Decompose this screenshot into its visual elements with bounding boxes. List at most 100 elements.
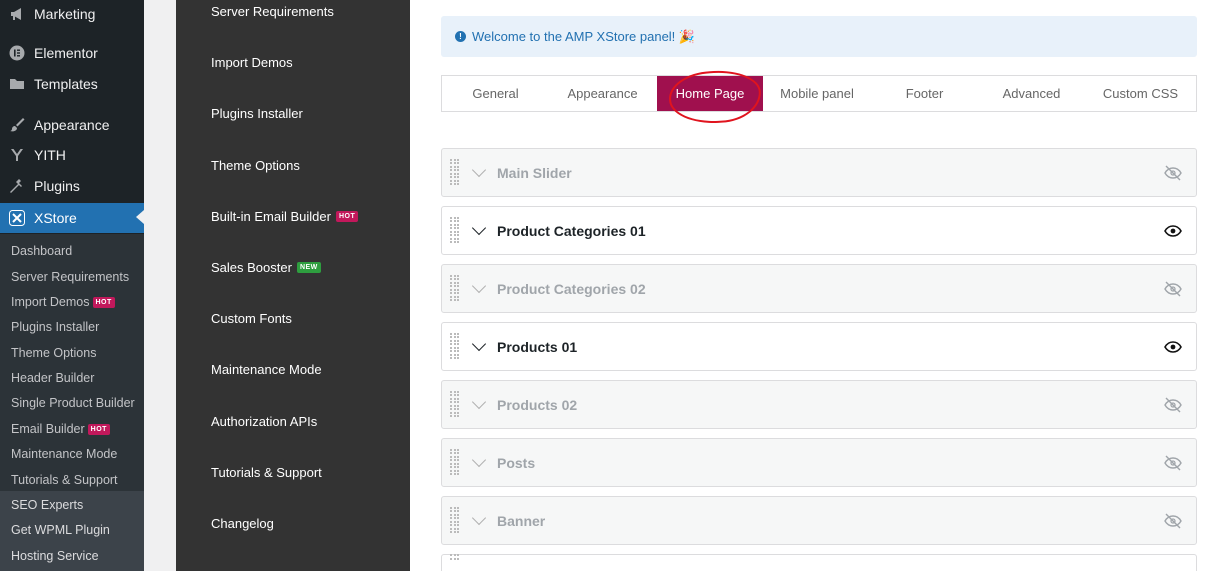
section-main-slider[interactable]: Main Slider — [441, 148, 1197, 197]
drag-handle — [450, 554, 460, 571]
wp-menu-elementor[interactable]: Elementor — [0, 39, 144, 67]
drag-handle[interactable] — [450, 274, 460, 303]
xstore-menu-custom-fonts[interactable]: Custom Fonts — [211, 311, 292, 326]
chevron-down-icon[interactable] — [471, 452, 487, 467]
paintbrush-icon — [8, 116, 26, 134]
tab-advanced[interactable]: Advanced — [978, 76, 1085, 111]
eye-slash-icon[interactable] — [1164, 397, 1182, 413]
welcome-notice: ! Welcome to the AMP XStore panel! 🎉 — [441, 16, 1197, 57]
drag-handle[interactable] — [450, 506, 460, 535]
chevron-down-icon[interactable] — [471, 220, 487, 235]
wp-submenu-label: Single Product Builder — [11, 396, 135, 410]
xstore-menu-authorization-apis[interactable]: Authorization APIs — [211, 414, 317, 429]
welcome-notice-text: Welcome to the AMP XStore panel! 🎉 — [472, 28, 696, 44]
tab-home-page[interactable]: Home Page — [657, 76, 763, 111]
eye-slash-icon[interactable] — [1164, 281, 1182, 297]
xstore-menu-server-requirements[interactable]: Server Requirements — [211, 4, 334, 19]
section-title: Posts — [497, 454, 536, 471]
chevron-down-icon[interactable] — [471, 162, 487, 177]
tab-appearance[interactable]: Appearance — [549, 76, 656, 111]
wp-menu-yith[interactable]: YITH — [0, 141, 144, 169]
wp-submenu-label: Import Demos — [11, 295, 90, 309]
wp-submenu-hosting-service[interactable]: Hosting Service — [11, 549, 99, 563]
wp-submenu-label: Email Builder — [11, 422, 85, 436]
xstore-menu-tutorials-support[interactable]: Tutorials & Support — [211, 465, 322, 480]
settings-tabs: General Appearance Home Page Mobile panel Fo… — [441, 75, 1197, 112]
chevron-down-icon[interactable] — [471, 278, 487, 293]
eye-icon[interactable] — [1164, 223, 1182, 239]
xstore-menu-label: Changelog — [211, 516, 274, 531]
section-title: Product Categories 02 — [497, 280, 646, 297]
section-title: Main Slider — [497, 164, 572, 181]
chevron-down-icon[interactable] — [471, 336, 487, 351]
tab-custom-css[interactable]: Custom CSS — [1085, 76, 1196, 111]
wp-menu-label: XStore — [34, 210, 77, 226]
section-product-categories-01[interactable]: Product Categories 01 — [441, 206, 1197, 255]
eye-slash-icon[interactable] — [1164, 165, 1182, 181]
eye-slash-icon[interactable] — [1164, 513, 1182, 529]
xstore-menu-maintenance-mode[interactable]: Maintenance Mode — [211, 362, 322, 377]
wp-menu-appearance[interactable]: Appearance — [0, 111, 144, 139]
wp-submenu-get-wpml-plugin[interactable]: Get WPML Plugin — [11, 523, 110, 537]
xstore-menu-changelog[interactable]: Changelog — [211, 516, 274, 531]
wp-submenu-seo-experts[interactable]: SEO Experts — [11, 498, 83, 512]
xstore-menu-built-in-email-builder[interactable]: Built-in Email Builder HOT — [211, 209, 359, 224]
wp-menu-label: YITH — [34, 147, 66, 163]
drag-handle[interactable] — [450, 390, 460, 419]
tab-mobile-panel[interactable]: Mobile panel — [763, 76, 871, 111]
wp-submenu-header-builder[interactable]: Header Builder — [11, 371, 94, 385]
section-products-02[interactable]: Products 02 — [441, 380, 1197, 429]
xstore-menu-sales-booster[interactable]: Sales Booster NEW — [211, 260, 321, 275]
chevron-down-icon[interactable] — [471, 394, 487, 409]
wp-submenu-email-builder[interactable]: Email Builder HOT — [11, 422, 110, 436]
wp-submenu-label: Get WPML Plugin — [11, 523, 110, 537]
section-products-01[interactable]: Products 01 — [441, 322, 1197, 371]
section-banner[interactable]: Banner — [441, 496, 1197, 545]
xstore-icon — [8, 209, 26, 227]
wp-admin-sidebar: Marketing Elementor Templates Appearance YIT… — [0, 0, 144, 571]
chevron-down-icon[interactable] — [471, 510, 487, 525]
wp-submenu-maintenance-mode[interactable]: Maintenance Mode — [11, 447, 117, 461]
tab-general[interactable]: General — [442, 76, 549, 111]
section-product-categories-02[interactable]: Product Categories 02 — [441, 264, 1197, 313]
wp-menu-marketing[interactable]: Marketing — [0, 0, 144, 28]
drag-handle[interactable] — [450, 216, 460, 245]
section-title: Banner — [497, 512, 546, 529]
tab-footer[interactable]: Footer — [871, 76, 978, 111]
wp-submenu-theme-options[interactable]: Theme Options — [11, 346, 96, 360]
eye-slash-icon[interactable] — [1164, 455, 1182, 471]
drag-handle[interactable] — [450, 332, 460, 361]
badge-hot: HOT — [92, 296, 115, 308]
drag-handle[interactable] — [450, 158, 460, 187]
wp-menu-plugins[interactable]: Plugins — [0, 172, 144, 200]
section-title: Products 02 — [497, 396, 578, 413]
elementor-icon — [8, 44, 26, 62]
wp-submenu-label: Tutorials & Support — [11, 473, 118, 487]
xstore-menu-import-demos[interactable]: Import Demos — [211, 55, 293, 70]
section-title: Product Categories 01 — [497, 222, 646, 239]
wp-menu-xstore[interactable]: XStore — [0, 203, 144, 233]
active-menu-arrow — [136, 210, 144, 224]
xstore-menu-label: Import Demos — [211, 55, 293, 70]
section-partial — [441, 554, 1197, 571]
wp-menu-templates[interactable]: Templates — [0, 70, 144, 98]
xstore-menu-theme-options[interactable]: Theme Options — [211, 158, 300, 173]
wp-submenu-server-requirements[interactable]: Server Requirements — [11, 270, 129, 284]
xstore-menu-plugins-installer[interactable]: Plugins Installer — [211, 106, 303, 121]
yith-icon — [8, 146, 26, 164]
wp-submenu-label: Plugins Installer — [11, 320, 100, 334]
xstore-menu-label: Plugins Installer — [211, 106, 303, 121]
wp-submenu-dashboard[interactable]: Dashboard — [11, 244, 72, 258]
wp-submenu-label: Header Builder — [11, 371, 95, 385]
eye-icon[interactable] — [1164, 339, 1182, 355]
xstore-menu-label: Custom Fonts — [211, 311, 292, 326]
xstore-menu-label: Tutorials & Support — [211, 465, 322, 480]
section-posts[interactable]: Posts — [441, 438, 1197, 487]
wp-submenu-plugins-installer[interactable]: Plugins Installer — [11, 320, 99, 334]
badge-hot: HOT — [335, 211, 359, 222]
wp-submenu-tutorials-support[interactable]: Tutorials & Support — [11, 473, 118, 487]
wp-submenu-import-demos[interactable]: Import Demos HOT — [11, 295, 115, 309]
wp-submenu-single-product-builder[interactable]: Single Product Builder — [11, 396, 135, 410]
wp-menu-label: Appearance — [34, 117, 110, 133]
drag-handle[interactable] — [450, 448, 460, 477]
